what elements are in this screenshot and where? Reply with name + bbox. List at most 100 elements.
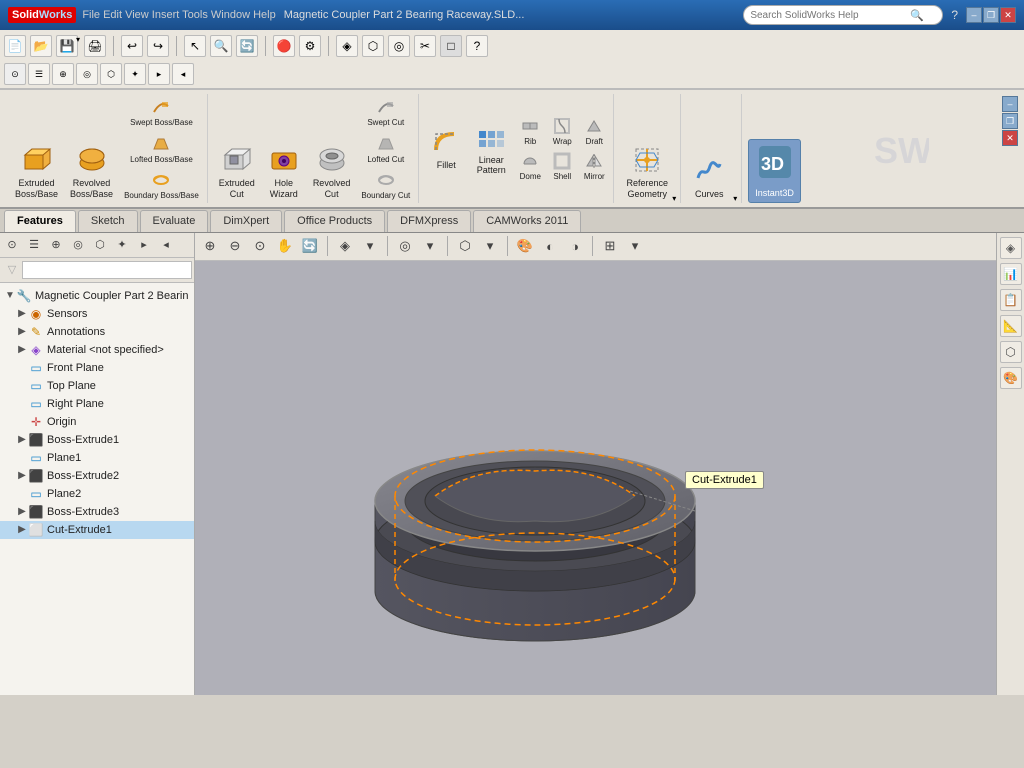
close-button[interactable]: ✕ bbox=[1000, 7, 1016, 23]
search-input[interactable] bbox=[750, 10, 910, 21]
print-button[interactable]: 🖨 bbox=[84, 35, 106, 57]
next-btn[interactable]: ▸ bbox=[148, 63, 170, 85]
ribbon-close[interactable]: ✕ bbox=[1002, 130, 1018, 146]
display-button[interactable]: ◎ bbox=[388, 35, 410, 57]
sketch-btn[interactable]: ◎ bbox=[76, 63, 98, 85]
instant3d-button[interactable]: 3D Instant3D bbox=[748, 139, 801, 203]
ribbon-restore[interactable]: ❐ bbox=[1002, 113, 1018, 129]
vp-zoom-area[interactable]: ⊙ bbox=[249, 235, 271, 257]
tab-dfmxpress[interactable]: DFMXpress bbox=[387, 210, 471, 232]
boundary-boss-base-button[interactable]: Boundary Boss/Base bbox=[120, 167, 203, 203]
restore-button[interactable]: ❐ bbox=[983, 7, 999, 23]
rs-btn-measure[interactable]: 📐 bbox=[1000, 315, 1022, 337]
new-button[interactable]: 📄 bbox=[4, 35, 26, 57]
open-button[interactable]: 📂 bbox=[30, 35, 52, 57]
smart-btn[interactable]: ⬡ bbox=[100, 63, 122, 85]
tab-camworks[interactable]: CAMWorks 2011 bbox=[473, 210, 581, 232]
menu-file[interactable]: File Edit View Insert Tools Window Help bbox=[82, 9, 275, 21]
tab-evaluate[interactable]: Evaluate bbox=[140, 210, 209, 232]
extruded-cut-button[interactable]: ExtrudedCut bbox=[214, 141, 260, 203]
undo-button[interactable]: ↩ bbox=[121, 35, 143, 57]
vp-render[interactable]: ◐ bbox=[539, 235, 561, 257]
std-btn[interactable]: ✦ bbox=[124, 63, 146, 85]
lp-btn-model[interactable]: ⊙ bbox=[2, 235, 22, 255]
wrap-button[interactable]: Wrap bbox=[547, 113, 577, 149]
fillet-button[interactable]: Fillet bbox=[425, 123, 467, 174]
help-icon[interactable]: ? bbox=[951, 8, 958, 22]
mirror-button[interactable]: Mirror bbox=[579, 148, 609, 184]
boundary-cut-button[interactable]: Boundary Cut bbox=[357, 167, 414, 203]
tree-item-sensors[interactable]: ▶ ◉ Sensors bbox=[0, 305, 194, 323]
help-button[interactable]: ? bbox=[466, 35, 488, 57]
lp-btn-3d[interactable]: ☰ bbox=[24, 235, 44, 255]
rib-button[interactable]: Rib bbox=[515, 113, 545, 149]
lp-btn-prev[interactable]: ◂ bbox=[156, 235, 176, 255]
lp-btn-motion[interactable]: ⊕ bbox=[46, 235, 66, 255]
tree-item-boss-extrude1[interactable]: ▶ ⬛ Boss-Extrude1 bbox=[0, 431, 194, 449]
tree-item-origin[interactable]: ✛ Origin bbox=[0, 413, 194, 431]
tree-item-material[interactable]: ▶ ◈ Material <not specified> bbox=[0, 341, 194, 359]
vp-pan[interactable]: ✋ bbox=[274, 235, 296, 257]
tree-item-plane1[interactable]: ▭ Plane1 bbox=[0, 449, 194, 467]
hole-wizard-button[interactable]: HoleWizard bbox=[262, 141, 306, 203]
draft-button[interactable]: Draft bbox=[579, 113, 609, 149]
tree-item-front-plane[interactable]: ▭ Front Plane bbox=[0, 359, 194, 377]
lp-btn-analysis[interactable]: ◎ bbox=[68, 235, 88, 255]
hide-button[interactable]: □ bbox=[440, 35, 462, 57]
vp-display-dropdown[interactable]: ▾ bbox=[419, 235, 441, 257]
rs-btn-stats[interactable]: 📊 bbox=[1000, 263, 1022, 285]
vp-scene[interactable]: ⬡ bbox=[454, 235, 476, 257]
curves-button[interactable]: Curves bbox=[687, 152, 731, 203]
lp-btn-next[interactable]: ▸ bbox=[134, 235, 154, 255]
tree-item-plane2[interactable]: ▭ Plane2 bbox=[0, 485, 194, 503]
lp-btn-layers[interactable]: ✦ bbox=[112, 235, 132, 255]
tree-item-boss-extrude2[interactable]: ▶ ⬛ Boss-Extrude2 bbox=[0, 467, 194, 485]
filter-input[interactable] bbox=[27, 264, 187, 275]
vp-realview[interactable]: ◑ bbox=[564, 235, 586, 257]
tab-dimxpert[interactable]: DimXpert bbox=[210, 210, 282, 232]
tab-sketch[interactable]: Sketch bbox=[78, 210, 138, 232]
prev-btn[interactable]: ◂ bbox=[172, 63, 194, 85]
vp-display-style[interactable]: ◎ bbox=[394, 235, 416, 257]
appearances-button[interactable]: ⬡ bbox=[362, 35, 384, 57]
shell-button[interactable]: Shell bbox=[547, 148, 577, 184]
revolved-boss-base-button[interactable]: RevolvedBoss/Base bbox=[65, 141, 118, 203]
extruded-boss-base-button[interactable]: ExtrudedBoss/Base bbox=[10, 141, 63, 203]
swept-boss-base-button[interactable]: Swept Boss/Base bbox=[120, 94, 203, 130]
reference-geometry-button[interactable]: ReferenceGeometry bbox=[620, 141, 674, 203]
lofted-boss-base-button[interactable]: Lofted Boss/Base bbox=[120, 131, 203, 167]
vp-standard-views[interactable]: ◈ bbox=[334, 235, 356, 257]
tree-btn[interactable]: ☰ bbox=[28, 63, 50, 85]
linear-pattern-button[interactable]: LinearPattern bbox=[469, 118, 513, 180]
vp-grid-dropdown[interactable]: ▾ bbox=[624, 235, 646, 257]
vp-zoom-fit[interactable]: ⊕ bbox=[199, 235, 221, 257]
tab-office-products[interactable]: Office Products bbox=[284, 210, 385, 232]
minimize-button[interactable]: – bbox=[966, 7, 982, 23]
options-button[interactable]: ⚙ bbox=[299, 35, 321, 57]
component-btn[interactable]: ⊕ bbox=[52, 63, 74, 85]
rebuild-button[interactable]: 🔴 bbox=[273, 35, 295, 57]
vp-scene-dropdown[interactable]: ▾ bbox=[479, 235, 501, 257]
rotate-button[interactable]: 🔄 bbox=[236, 35, 258, 57]
rs-btn-properties[interactable]: 📋 bbox=[1000, 289, 1022, 311]
viewport-canvas[interactable]: Cut-Extrude1 bbox=[195, 261, 996, 695]
swept-cut-button[interactable]: Swept Cut bbox=[357, 94, 414, 130]
lofted-cut-button[interactable]: Lofted Cut bbox=[357, 131, 414, 167]
vp-grid[interactable]: ⊞ bbox=[599, 235, 621, 257]
cut-button[interactable]: ✂ bbox=[414, 35, 436, 57]
dome-button[interactable]: Dome bbox=[515, 148, 545, 184]
tab-features[interactable]: Features bbox=[4, 210, 76, 232]
tree-item-right-plane[interactable]: ▭ Right Plane bbox=[0, 395, 194, 413]
vp-rotate[interactable]: 🔄 bbox=[299, 235, 321, 257]
filter-btn[interactable]: ⊙ bbox=[4, 63, 26, 85]
save-dropdown[interactable]: ▾ bbox=[76, 35, 80, 57]
tree-item-boss-extrude3[interactable]: ▶ ⬛ Boss-Extrude3 bbox=[0, 503, 194, 521]
tree-item-cut-extrude1[interactable]: ▶ ⬜ Cut-Extrude1 bbox=[0, 521, 194, 539]
rs-btn-appearance[interactable]: ◈ bbox=[1000, 237, 1022, 259]
tree-item-root[interactable]: ▼ 🔧 Magnetic Coupler Part 2 Bearin bbox=[0, 287, 194, 305]
materials-button[interactable]: ◈ bbox=[336, 35, 358, 57]
tree-item-top-plane[interactable]: ▭ Top Plane bbox=[0, 377, 194, 395]
rs-btn-display[interactable]: ⬡ bbox=[1000, 341, 1022, 363]
rs-btn-color[interactable]: 🎨 bbox=[1000, 367, 1022, 389]
zoom-button[interactable]: 🔍 bbox=[210, 35, 232, 57]
